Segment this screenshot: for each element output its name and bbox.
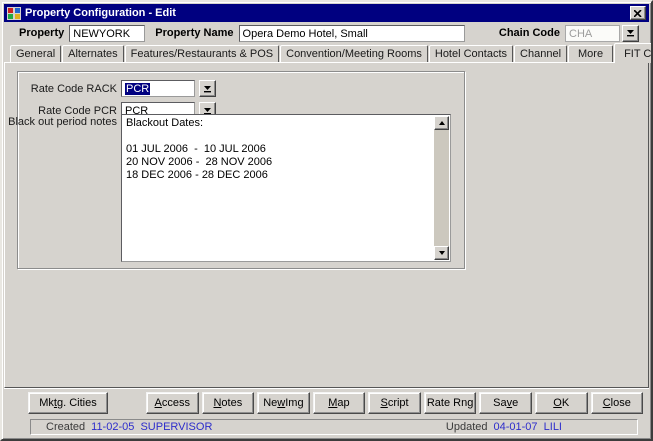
script-button[interactable]: Script <box>368 392 421 414</box>
chain-code-lov-button[interactable] <box>622 25 639 42</box>
rate-rng-button[interactable]: Rate Rng <box>424 392 477 414</box>
tab-hotel-contacts[interactable]: Hotel Contacts <box>429 45 513 62</box>
ok-button[interactable]: OK <box>535 392 588 414</box>
mktg-cities-button[interactable]: Mktg. Cities <box>28 392 108 414</box>
dropdown-icon <box>203 85 212 93</box>
property-name-input[interactable]: Opera Demo Hotel, Small <box>239 25 465 42</box>
blackout-notes-textarea[interactable]: Blackout Dates: 01 JUL 2006 - 10 JUL 200… <box>121 114 451 262</box>
map-button[interactable]: Map <box>313 392 366 414</box>
updated-label: Updated <box>446 421 488 433</box>
dropdown-icon <box>626 29 635 37</box>
updated-value: 04-01-07 LILI <box>494 421 563 433</box>
tab-fit-contracts[interactable]: FIT Contracts <box>614 43 653 63</box>
rate-code-rack-lov-button[interactable] <box>199 80 216 97</box>
scroll-up-button[interactable] <box>434 116 449 130</box>
new-img-button[interactable]: New Img <box>257 392 310 414</box>
property-label: Property <box>19 27 64 39</box>
chain-code-label: Chain Code <box>499 27 560 39</box>
save-button[interactable]: Save <box>479 392 532 414</box>
property-name-label: Property Name <box>155 27 233 39</box>
notes-scrollbar[interactable] <box>434 116 449 260</box>
property-configuration-window: Property Configuration - Edit Property N… <box>0 0 653 441</box>
tab-alternates[interactable]: Alternates <box>62 45 124 62</box>
tab-general[interactable]: General <box>10 45 61 62</box>
rate-code-rack-input[interactable]: PCR <box>121 80 195 97</box>
selected-text: PCR <box>125 83 150 95</box>
header-fields: Property NEWYORK Property Name Opera Dem… <box>2 23 651 43</box>
button-row: Access Notes New Img Map Script Rate Rng… <box>146 392 643 414</box>
created-info: Created 11-02-05 SUPERVISOR <box>46 421 212 433</box>
scroll-up-icon <box>439 121 445 125</box>
title-bar[interactable]: Property Configuration - Edit <box>4 4 649 22</box>
scroll-down-button[interactable] <box>434 246 449 260</box>
updated-info: Updated 04-01-07 LILI <box>446 421 562 433</box>
rate-code-rack-label: Rate Code RACK <box>31 83 117 95</box>
status-bar: Created 11-02-05 SUPERVISOR Updated 04-0… <box>30 419 638 435</box>
tab-features-restaurants-pos[interactable]: Features/Restaurants & POS <box>125 45 279 62</box>
access-button[interactable]: Access <box>146 392 199 414</box>
scroll-down-icon <box>439 251 445 255</box>
tab-channel[interactable]: Channel <box>514 45 567 62</box>
created-label: Created <box>46 421 85 433</box>
close-button[interactable] <box>630 6 646 20</box>
tab-more[interactable]: More <box>568 45 613 62</box>
property-input[interactable]: NEWYORK <box>69 25 145 42</box>
tab-convention-meeting-rooms[interactable]: Convention/Meeting Rooms <box>280 45 428 62</box>
app-icon <box>7 7 21 20</box>
chain-code-input: CHA <box>565 25 620 42</box>
blackout-notes-label: Black out period notes <box>8 116 117 128</box>
window-title: Property Configuration - Edit <box>25 7 176 19</box>
fit-contracts-page: Rate Code RACK PCR Rate Code PCR PCR Bla… <box>4 62 649 388</box>
notes-button[interactable]: Notes <box>202 392 255 414</box>
close-button-bottom[interactable]: Close <box>591 392 644 414</box>
fit-contracts-groupbox: Rate Code RACK PCR Rate Code PCR PCR Bla… <box>17 71 465 269</box>
close-icon <box>634 10 642 17</box>
blackout-notes-text: Blackout Dates: 01 JUL 2006 - 10 JUL 200… <box>122 115 434 261</box>
created-value: 11-02-05 SUPERVISOR <box>91 421 212 433</box>
tab-bar: General Alternates Features/Restaurants … <box>10 42 653 62</box>
